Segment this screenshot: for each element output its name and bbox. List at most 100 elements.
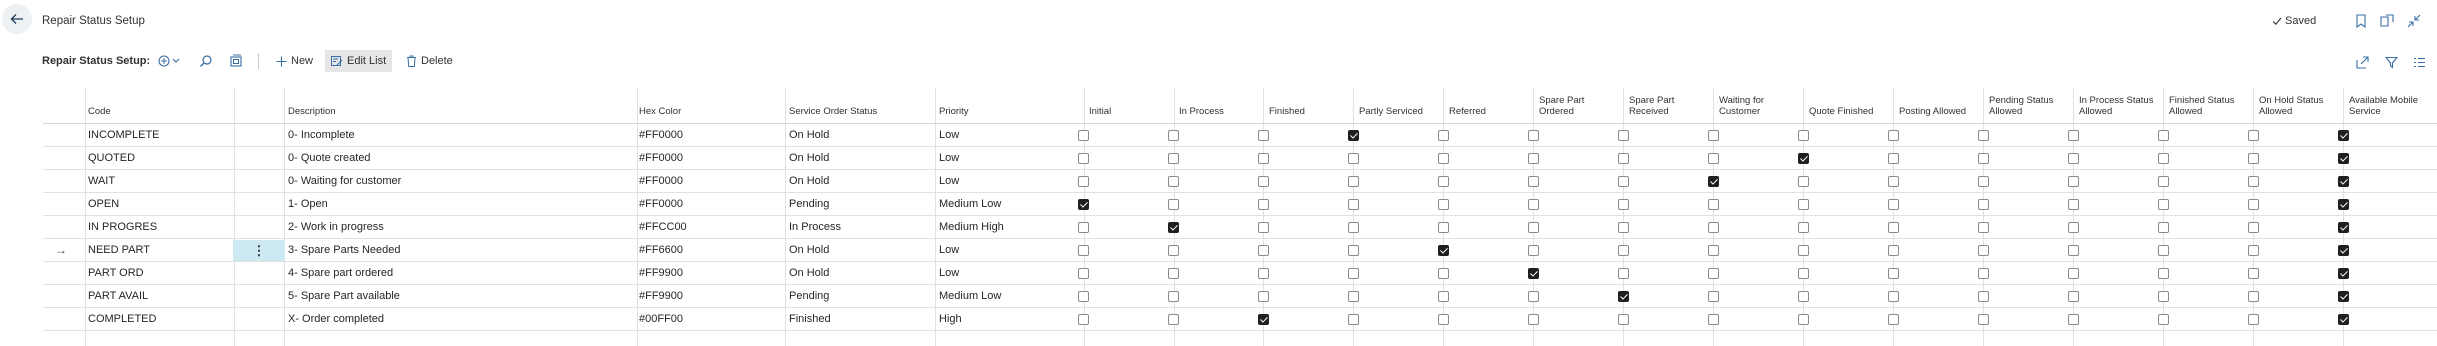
checkbox-partly-serviced[interactable] <box>1348 245 1359 256</box>
checkbox-referred[interactable] <box>1438 222 1449 233</box>
checkbox-spare-part-ordered[interactable] <box>1528 176 1539 187</box>
checkbox-available-mobile-service[interactable] <box>2338 245 2349 256</box>
checkbox-available-mobile-service[interactable] <box>2338 291 2349 302</box>
checkbox-in-process[interactable] <box>1168 245 1179 256</box>
checkbox-pending-status-allowed[interactable] <box>1978 130 1989 141</box>
checkbox-finished[interactable] <box>1258 268 1269 279</box>
checkbox-spare-part-received[interactable] <box>1618 291 1629 302</box>
cell-service-order-status[interactable]: On Hold <box>789 147 829 170</box>
checkbox-finished[interactable] <box>1258 153 1269 164</box>
cell-service-order-status[interactable]: On Hold <box>789 262 829 285</box>
checkbox-available-mobile-service[interactable] <box>2338 268 2349 279</box>
checkbox-finished-status-allowed[interactable] <box>2158 245 2169 256</box>
checkbox-waiting-for-customer[interactable] <box>1708 245 1719 256</box>
cell-service-order-status[interactable]: Pending <box>789 193 829 216</box>
checkbox-posting-allowed[interactable] <box>1888 314 1899 325</box>
checkbox-referred[interactable] <box>1438 199 1449 210</box>
table-row[interactable]: OPEN 1- Open #FF0000 Pending Medium Low <box>43 193 2437 216</box>
cell-priority[interactable]: Low <box>939 262 959 285</box>
bookmark-icon[interactable] <box>2352 12 2370 30</box>
share-page-icon[interactable] <box>229 53 243 69</box>
checkbox-pending-status-allowed[interactable] <box>1978 314 1989 325</box>
checkbox-spare-part-received[interactable] <box>1618 199 1629 210</box>
cell-description[interactable]: 0- Waiting for customer <box>288 170 401 193</box>
column-header-spare-part-ordered[interactable]: Spare Part Ordered <box>1539 95 1584 117</box>
checkbox-on-hold-status-allowed[interactable] <box>2248 268 2259 279</box>
checkbox-referred[interactable] <box>1438 130 1449 141</box>
checkbox-posting-allowed[interactable] <box>1888 245 1899 256</box>
checkbox-on-hold-status-allowed[interactable] <box>2248 199 2259 210</box>
checkbox-on-hold-status-allowed[interactable] <box>2248 245 2259 256</box>
column-header-on-hold-status-allowed[interactable]: On Hold Status Allowed <box>2259 95 2323 117</box>
checkbox-quote-finished[interactable] <box>1798 199 1809 210</box>
checkbox-quote-finished[interactable] <box>1798 153 1809 164</box>
checkbox-available-mobile-service[interactable] <box>2338 130 2349 141</box>
checkbox-waiting-for-customer[interactable] <box>1708 268 1719 279</box>
cell-service-order-status[interactable]: On Hold <box>789 170 829 193</box>
edit-list-button[interactable]: Edit List <box>325 50 393 72</box>
table-row[interactable]: QUOTED 0- Quote created #FF0000 On Hold Low <box>43 147 2437 170</box>
checkbox-in-process-status-allowed[interactable] <box>2068 176 2079 187</box>
checkbox-waiting-for-customer[interactable] <box>1708 153 1719 164</box>
cell-service-order-status[interactable]: Pending <box>789 285 829 308</box>
checkbox-available-mobile-service[interactable] <box>2338 222 2349 233</box>
checkbox-in-process[interactable] <box>1168 199 1179 210</box>
table-row[interactable]: IN PROGRES 2- Work in progress #FFCC00 In P… <box>43 216 2437 239</box>
table-row[interactable]: INCOMPLETE 0- Incomplete #FF0000 On Hold Low <box>43 124 2437 147</box>
cell-code[interactable]: INCOMPLETE <box>88 124 160 147</box>
checkbox-quote-finished[interactable] <box>1798 176 1809 187</box>
checkbox-initial[interactable] <box>1078 314 1089 325</box>
column-header-partly-serviced[interactable]: Partly Serviced <box>1359 106 1423 117</box>
checkbox-in-process[interactable] <box>1168 268 1179 279</box>
checkbox-in-process-status-allowed[interactable] <box>2068 222 2079 233</box>
cell-code[interactable]: NEED PART <box>88 239 150 262</box>
table-row[interactable] <box>43 331 2437 346</box>
checkbox-spare-part-ordered[interactable] <box>1528 130 1539 141</box>
cell-priority[interactable]: Low <box>939 147 959 170</box>
checkbox-finished[interactable] <box>1258 222 1269 233</box>
checkbox-finished[interactable] <box>1258 291 1269 302</box>
checkbox-on-hold-status-allowed[interactable] <box>2248 153 2259 164</box>
cell-description[interactable]: X- Order completed <box>288 308 384 331</box>
checkbox-in-process-status-allowed[interactable] <box>2068 199 2079 210</box>
checkbox-quote-finished[interactable] <box>1798 245 1809 256</box>
checkbox-posting-allowed[interactable] <box>1888 153 1899 164</box>
new-button[interactable]: New <box>270 50 319 72</box>
checkbox-spare-part-received[interactable] <box>1618 245 1629 256</box>
checkbox-quote-finished[interactable] <box>1798 222 1809 233</box>
checkbox-spare-part-ordered[interactable] <box>1528 153 1539 164</box>
checkbox-finished-status-allowed[interactable] <box>2158 199 2169 210</box>
cell-code[interactable]: WAIT <box>88 170 115 193</box>
checkbox-spare-part-ordered[interactable] <box>1528 314 1539 325</box>
cell-description[interactable]: 5- Spare Part available <box>288 285 400 308</box>
checkbox-in-process-status-allowed[interactable] <box>2068 245 2079 256</box>
column-header-waiting-for-customer[interactable]: Waiting for Customer <box>1719 95 1764 117</box>
column-header-priority[interactable]: Priority <box>939 106 969 117</box>
search-icon[interactable] <box>199 53 213 69</box>
cell-code[interactable]: QUOTED <box>88 147 135 170</box>
checkbox-finished-status-allowed[interactable] <box>2158 268 2169 279</box>
cell-description[interactable]: 1- Open <box>288 193 328 216</box>
checkbox-spare-part-ordered[interactable] <box>1528 199 1539 210</box>
checkbox-pending-status-allowed[interactable] <box>1978 153 1989 164</box>
checkbox-partly-serviced[interactable] <box>1348 199 1359 210</box>
column-header-in-process[interactable]: In Process <box>1179 106 1224 117</box>
checkbox-pending-status-allowed[interactable] <box>1978 268 1989 279</box>
checkbox-available-mobile-service[interactable] <box>2338 153 2349 164</box>
checkbox-quote-finished[interactable] <box>1798 314 1809 325</box>
cell-description[interactable]: 4- Spare part ordered <box>288 262 393 285</box>
cell-service-order-status[interactable]: On Hold <box>789 124 829 147</box>
checkbox-posting-allowed[interactable] <box>1888 199 1899 210</box>
checkbox-quote-finished[interactable] <box>1798 291 1809 302</box>
checkbox-available-mobile-service[interactable] <box>2338 314 2349 325</box>
cell-description[interactable]: 0- Quote created <box>288 147 371 170</box>
cell-priority[interactable]: High <box>939 308 962 331</box>
table-row[interactable]: PART ORD 4- Spare part ordered #FF9900 On H… <box>43 262 2437 285</box>
checkbox-waiting-for-customer[interactable] <box>1708 130 1719 141</box>
checkbox-in-process-status-allowed[interactable] <box>2068 314 2079 325</box>
checkbox-pending-status-allowed[interactable] <box>1978 199 1989 210</box>
checkbox-in-process-status-allowed[interactable] <box>2068 153 2079 164</box>
checkbox-pending-status-allowed[interactable] <box>1978 291 1989 302</box>
checkbox-finished[interactable] <box>1258 176 1269 187</box>
cell-hex-color[interactable]: #00FF00 <box>639 308 683 331</box>
